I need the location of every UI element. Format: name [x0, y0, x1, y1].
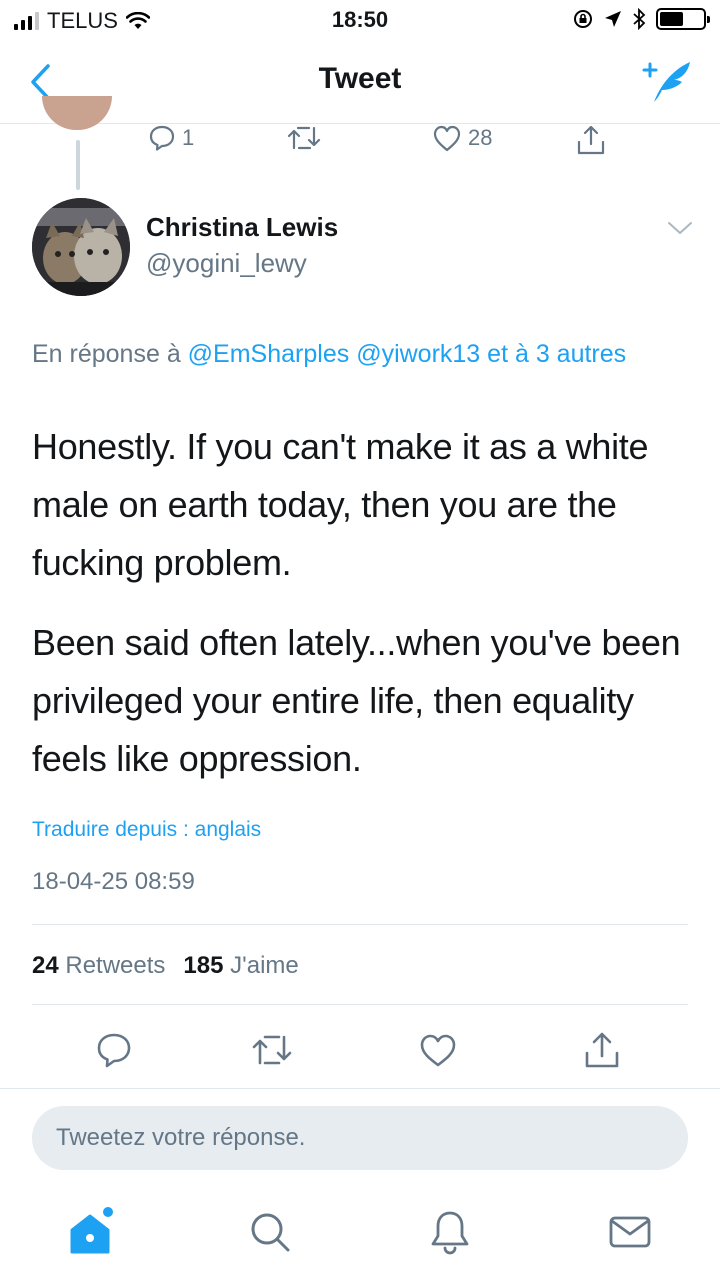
compose-tweet-button[interactable]: [640, 56, 696, 108]
status-right: [572, 8, 710, 30]
location-arrow-icon: [605, 11, 621, 27]
divider: [32, 1004, 688, 1005]
reply-input[interactable]: [32, 1106, 688, 1170]
heart-icon: [420, 1034, 456, 1067]
previous-reply-count: 1: [182, 125, 195, 150]
reply-button[interactable]: [90, 1026, 138, 1074]
previous-retweet-button[interactable]: [286, 124, 322, 152]
mention-link[interactable]: @yiwork13: [356, 340, 480, 368]
tweet-text-paragraph: Been said often lately...when you've bee…: [32, 622, 681, 779]
retweet-icon: [252, 1035, 292, 1065]
mention-link[interactable]: @EmSharples: [188, 340, 350, 368]
rotation-lock-icon: [574, 10, 592, 28]
share-button[interactable]: [578, 1026, 626, 1074]
retweets-stat[interactable]: 24 Retweets: [32, 952, 165, 980]
tab-bar: [0, 1180, 720, 1280]
like-label: J'aime: [230, 952, 299, 979]
tweet-timestamp: 18-04-25 08:59: [32, 868, 195, 895]
heart-icon: [433, 125, 461, 152]
previous-tweet-actions: 1 28: [0, 124, 720, 160]
status-bar: TELUS 18:50: [0, 0, 720, 40]
compose-tweet-icon: [642, 62, 690, 102]
like-count: 185: [183, 952, 224, 979]
reply-prefix: En réponse à: [32, 340, 181, 368]
page-title: Tweet: [318, 62, 402, 95]
search-icon: [251, 1213, 290, 1252]
author-avatar[interactable]: [32, 198, 130, 296]
reply-icon: [149, 125, 175, 151]
home-icon: [70, 1207, 113, 1254]
previous-reply-button[interactable]: 1: [148, 124, 194, 152]
like-button[interactable]: [414, 1026, 462, 1074]
reply-icon: [97, 1033, 131, 1068]
reply-context: En réponse à @EmSharples @yiwork13 et à …: [32, 334, 692, 374]
chevron-down-icon: [668, 222, 692, 234]
share-icon: [577, 125, 605, 155]
tweet-text-paragraph: Honestly. If you can't make it as a whit…: [32, 426, 649, 583]
author-name[interactable]: Christina Lewis: [146, 212, 338, 243]
tweet-menu-button[interactable]: [666, 218, 694, 238]
share-icon: [585, 1032, 619, 1068]
notifications-icon: [431, 1211, 469, 1255]
likes-stat[interactable]: 185 J'aime: [183, 952, 298, 980]
divider: [0, 1088, 720, 1089]
retweet-icon: [287, 126, 321, 150]
author-handle[interactable]: @yogini_lewy: [146, 248, 307, 279]
messages-icon: [609, 1216, 651, 1248]
battery-fill: [660, 12, 684, 26]
tab-notifications[interactable]: [422, 1204, 478, 1260]
retweet-count: 24: [32, 952, 59, 979]
other-mentions-link[interactable]: et à 3 autres: [487, 340, 626, 368]
retweet-label: Retweets: [65, 952, 166, 979]
tab-messages[interactable]: [602, 1204, 658, 1260]
bluetooth-icon: [633, 8, 646, 30]
divider: [32, 924, 688, 925]
tweet-actions: [0, 1026, 720, 1076]
tweet-stats: 24 Retweets 185 J'aime: [32, 952, 299, 980]
battery-icon: [656, 8, 710, 30]
translate-link[interactable]: Traduire depuis : anglais: [32, 818, 261, 842]
previous-share-button[interactable]: [576, 124, 606, 156]
previous-like-count: 28: [468, 125, 493, 150]
retweet-button[interactable]: [248, 1026, 296, 1074]
tab-home[interactable]: [62, 1204, 118, 1260]
previous-like-button[interactable]: 28: [432, 124, 492, 152]
tab-search[interactable]: [242, 1204, 298, 1260]
reply-box[interactable]: [32, 1106, 688, 1170]
